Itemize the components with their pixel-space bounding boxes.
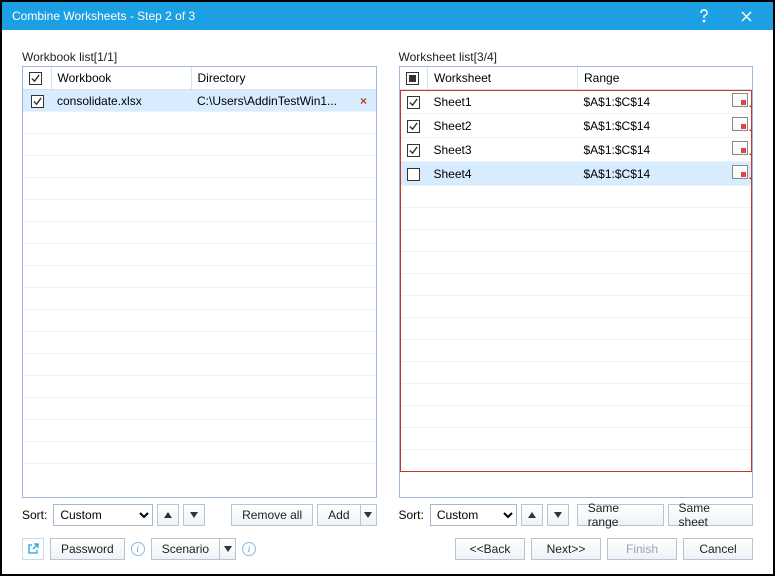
dialog-window: Combine Worksheets - Step 2 of 3 Workboo… [2,2,773,574]
worksheet-sort-label: Sort: [399,508,424,522]
share-icon[interactable] [22,538,44,560]
remove-all-button[interactable]: Remove all [231,504,313,526]
worksheet-range: $A$1:$C$14 [578,90,727,114]
range-selector-icon[interactable] [732,165,748,179]
workbook-dir: C:\Users\AddinTestWin1... [191,90,351,112]
workbook-move-up[interactable] [157,504,179,526]
same-range-button[interactable]: Same range [577,504,664,526]
footer: Password Scenario <<Back Next>> Finish C… [22,534,753,560]
worksheet-col-range[interactable]: Range [578,67,753,90]
worksheet-panel: Worksheet list[3/4] Worksheet Range Shee… [399,50,754,526]
worksheet-range: $A$1:$C$14 [578,114,727,138]
row-checkbox[interactable] [31,95,44,108]
row-checkbox[interactable] [407,96,420,109]
table-row[interactable]: Sheet3$A$1:$C$14 [400,138,753,162]
range-selector-icon[interactable] [732,141,748,155]
worksheet-range: $A$1:$C$14 [578,138,727,162]
table-row[interactable]: Sheet1$A$1:$C$14 [400,90,753,114]
worksheet-name: Sheet4 [428,162,578,186]
workbook-header-checkbox[interactable] [29,72,42,85]
workbook-list-label: Workbook list[1/1] [22,50,377,64]
remove-row-icon[interactable]: × [351,90,375,112]
worksheet-header-checkbox[interactable] [406,72,419,85]
workbook-grid[interactable]: Workbook Directory consolidate.xlsxC:\Us… [22,66,377,498]
scenario-info-icon[interactable] [242,542,256,556]
workbook-col-dir[interactable]: Directory [191,67,376,90]
add-dropdown[interactable] [361,504,377,526]
worksheet-name: Sheet2 [428,114,578,138]
worksheet-grid[interactable]: Worksheet Range Sheet1$A$1:$C$14Sheet2$A… [399,66,754,498]
workbook-move-down[interactable] [183,504,205,526]
worksheet-list-label: Worksheet list[3/4] [399,50,754,64]
worksheet-name: Sheet3 [428,138,578,162]
same-sheet-button[interactable]: Same sheet [668,504,753,526]
help-button[interactable] [683,2,725,30]
row-checkbox[interactable] [407,144,420,157]
worksheet-range: $A$1:$C$14 [578,162,727,186]
worksheet-sort-select[interactable]: Custom [430,504,517,526]
workbook-name: consolidate.xlsx [51,90,191,112]
password-button[interactable]: Password [50,538,125,560]
worksheet-controls: Sort: Custom Same range Same sheet [399,504,754,526]
range-selector-icon[interactable] [732,117,748,131]
table-row[interactable]: Sheet2$A$1:$C$14 [400,114,753,138]
next-button[interactable]: Next>> [531,538,601,560]
row-checkbox[interactable] [407,120,420,133]
add-button[interactable]: Add [317,504,360,526]
password-info-icon[interactable] [131,542,145,556]
close-button[interactable] [725,2,767,30]
worksheet-move-down[interactable] [547,504,569,526]
table-row[interactable]: Sheet4$A$1:$C$14 [400,162,753,186]
cancel-button[interactable]: Cancel [683,538,753,560]
row-checkbox[interactable] [407,168,420,181]
workbook-col-name[interactable]: Workbook [51,67,191,90]
back-button[interactable]: <<Back [455,538,525,560]
lists-row: Workbook list[1/1] Workbook Directory co… [22,50,753,526]
window-title: Combine Worksheets - Step 2 of 3 [12,9,683,23]
workbook-sort-label: Sort: [22,508,47,522]
workbook-panel: Workbook list[1/1] Workbook Directory co… [22,50,377,526]
worksheet-name: Sheet1 [428,90,578,114]
table-row[interactable]: consolidate.xlsxC:\Users\AddinTestWin1..… [23,90,376,112]
worksheet-col-name[interactable]: Worksheet [428,67,578,90]
range-selector-icon[interactable] [732,93,748,107]
dialog-body: Workbook list[1/1] Workbook Directory co… [2,30,773,574]
finish-button: Finish [607,538,677,560]
titlebar: Combine Worksheets - Step 2 of 3 [2,2,773,30]
worksheet-move-up[interactable] [521,504,543,526]
scenario-dropdown[interactable] [220,538,236,560]
workbook-controls: Sort: Custom Remove all Add [22,504,377,526]
scenario-button[interactable]: Scenario [151,538,220,560]
workbook-sort-select[interactable]: Custom [53,504,153,526]
